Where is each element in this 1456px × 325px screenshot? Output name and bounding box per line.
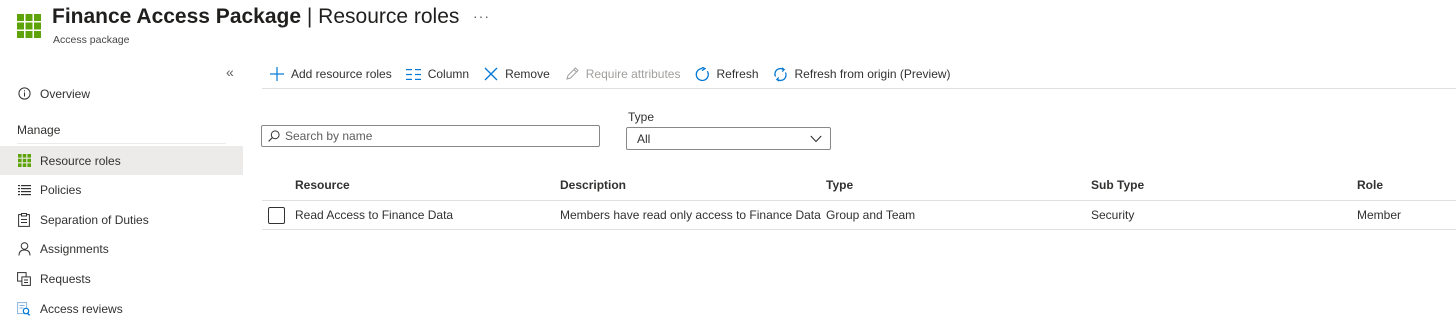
- remove-button[interactable]: Remove: [476, 60, 557, 88]
- column-header-role[interactable]: Role: [1357, 178, 1383, 192]
- grid-icon: [17, 14, 41, 38]
- columns-icon: [406, 66, 422, 82]
- type-filter-label: Type: [628, 110, 655, 124]
- column-label: Column: [427, 67, 470, 81]
- command-bar: Add resource roles Column Remove Require…: [262, 60, 958, 88]
- column-header-sub-type[interactable]: Sub Type: [1091, 178, 1144, 192]
- cell-sub-type: Security: [1091, 208, 1135, 222]
- refresh-icon: [694, 66, 710, 82]
- sidebar-item-label: Assignments: [40, 241, 109, 256]
- cell-description: Members have read only access to Finance…: [560, 208, 821, 222]
- list-icon: [17, 183, 31, 197]
- type-filter-value: All: [637, 131, 651, 146]
- sidebar-item-assignments[interactable]: Assignments: [0, 234, 243, 263]
- sidebar-section-manage: Manage: [17, 123, 61, 137]
- sidebar-item-label: Resource roles: [40, 153, 121, 168]
- toolbar-divider: [262, 88, 1456, 89]
- info-icon: [17, 87, 31, 101]
- title-main: Finance Access Package: [52, 5, 302, 28]
- add-resource-roles-label: Add resource roles: [291, 67, 392, 81]
- column-header-type[interactable]: Type: [826, 178, 853, 192]
- sidebar-item-overview[interactable]: Overview: [0, 79, 243, 108]
- sidebar-item-resource-roles[interactable]: Resource roles: [0, 146, 243, 175]
- sidebar-item-label: Access reviews: [40, 301, 123, 316]
- page-subtitle: Access package: [53, 34, 130, 46]
- clipboard-icon: [17, 212, 31, 227]
- person-icon: [17, 241, 31, 256]
- page-title: Finance Access Package | Resource roles: [52, 5, 459, 29]
- requests-icon: [17, 271, 31, 286]
- sidebar-item-requests[interactable]: Requests: [0, 264, 243, 293]
- sync-icon: [773, 66, 789, 82]
- sidebar-item-policies[interactable]: Policies: [0, 175, 243, 204]
- search-icon: [268, 130, 280, 142]
- refresh-from-origin-label: Refresh from origin (Preview): [794, 67, 951, 81]
- sidebar-item-label: Policies: [40, 182, 82, 197]
- review-icon: [17, 301, 31, 316]
- refresh-label: Refresh: [716, 67, 759, 81]
- sidebar-item-label: Requests: [40, 271, 91, 286]
- remove-label: Remove: [505, 67, 550, 81]
- sidebar-item-label: Separation of Duties: [40, 212, 149, 227]
- grid-icon: [17, 154, 31, 168]
- sidebar: « Overview Manage Resource roles Policie…: [0, 56, 243, 325]
- pencil-icon: [564, 66, 580, 82]
- chevron-down-icon: [810, 135, 822, 142]
- type-filter-dropdown[interactable]: All: [626, 127, 831, 150]
- column-button[interactable]: Column: [399, 60, 476, 88]
- title-section: Resource roles: [318, 5, 460, 28]
- column-header-description[interactable]: Description: [560, 178, 626, 192]
- refresh-button[interactable]: Refresh: [687, 60, 765, 88]
- search-box[interactable]: [261, 125, 600, 147]
- require-attributes-button[interactable]: Require attributes: [557, 60, 688, 88]
- search-input[interactable]: [285, 129, 585, 143]
- plus-icon: [269, 66, 285, 82]
- sidebar-item-separation-of-duties[interactable]: Separation of Duties: [0, 205, 243, 234]
- column-header-resource[interactable]: Resource: [295, 178, 350, 192]
- collapse-sidebar-icon[interactable]: «: [226, 64, 234, 80]
- sidebar-item-label: Overview: [40, 86, 91, 101]
- add-resource-roles-button[interactable]: Add resource roles: [262, 60, 399, 88]
- cell-resource: Read Access to Finance Data: [295, 208, 454, 222]
- require-attributes-label: Require attributes: [585, 67, 681, 81]
- sidebar-item-access-reviews[interactable]: Access reviews: [0, 294, 243, 323]
- more-options-icon[interactable]: ···: [473, 8, 490, 24]
- cell-type: Group and Team: [826, 208, 916, 222]
- row-checkbox[interactable]: [268, 207, 285, 224]
- section-divider: [17, 143, 226, 144]
- close-icon: [483, 66, 499, 82]
- title-separator: |: [301, 5, 319, 28]
- refresh-from-origin-button[interactable]: Refresh from origin (Preview): [766, 60, 958, 88]
- page-header: Finance Access Package | Resource roles …: [0, 0, 1456, 56]
- cell-role: Member: [1357, 208, 1402, 222]
